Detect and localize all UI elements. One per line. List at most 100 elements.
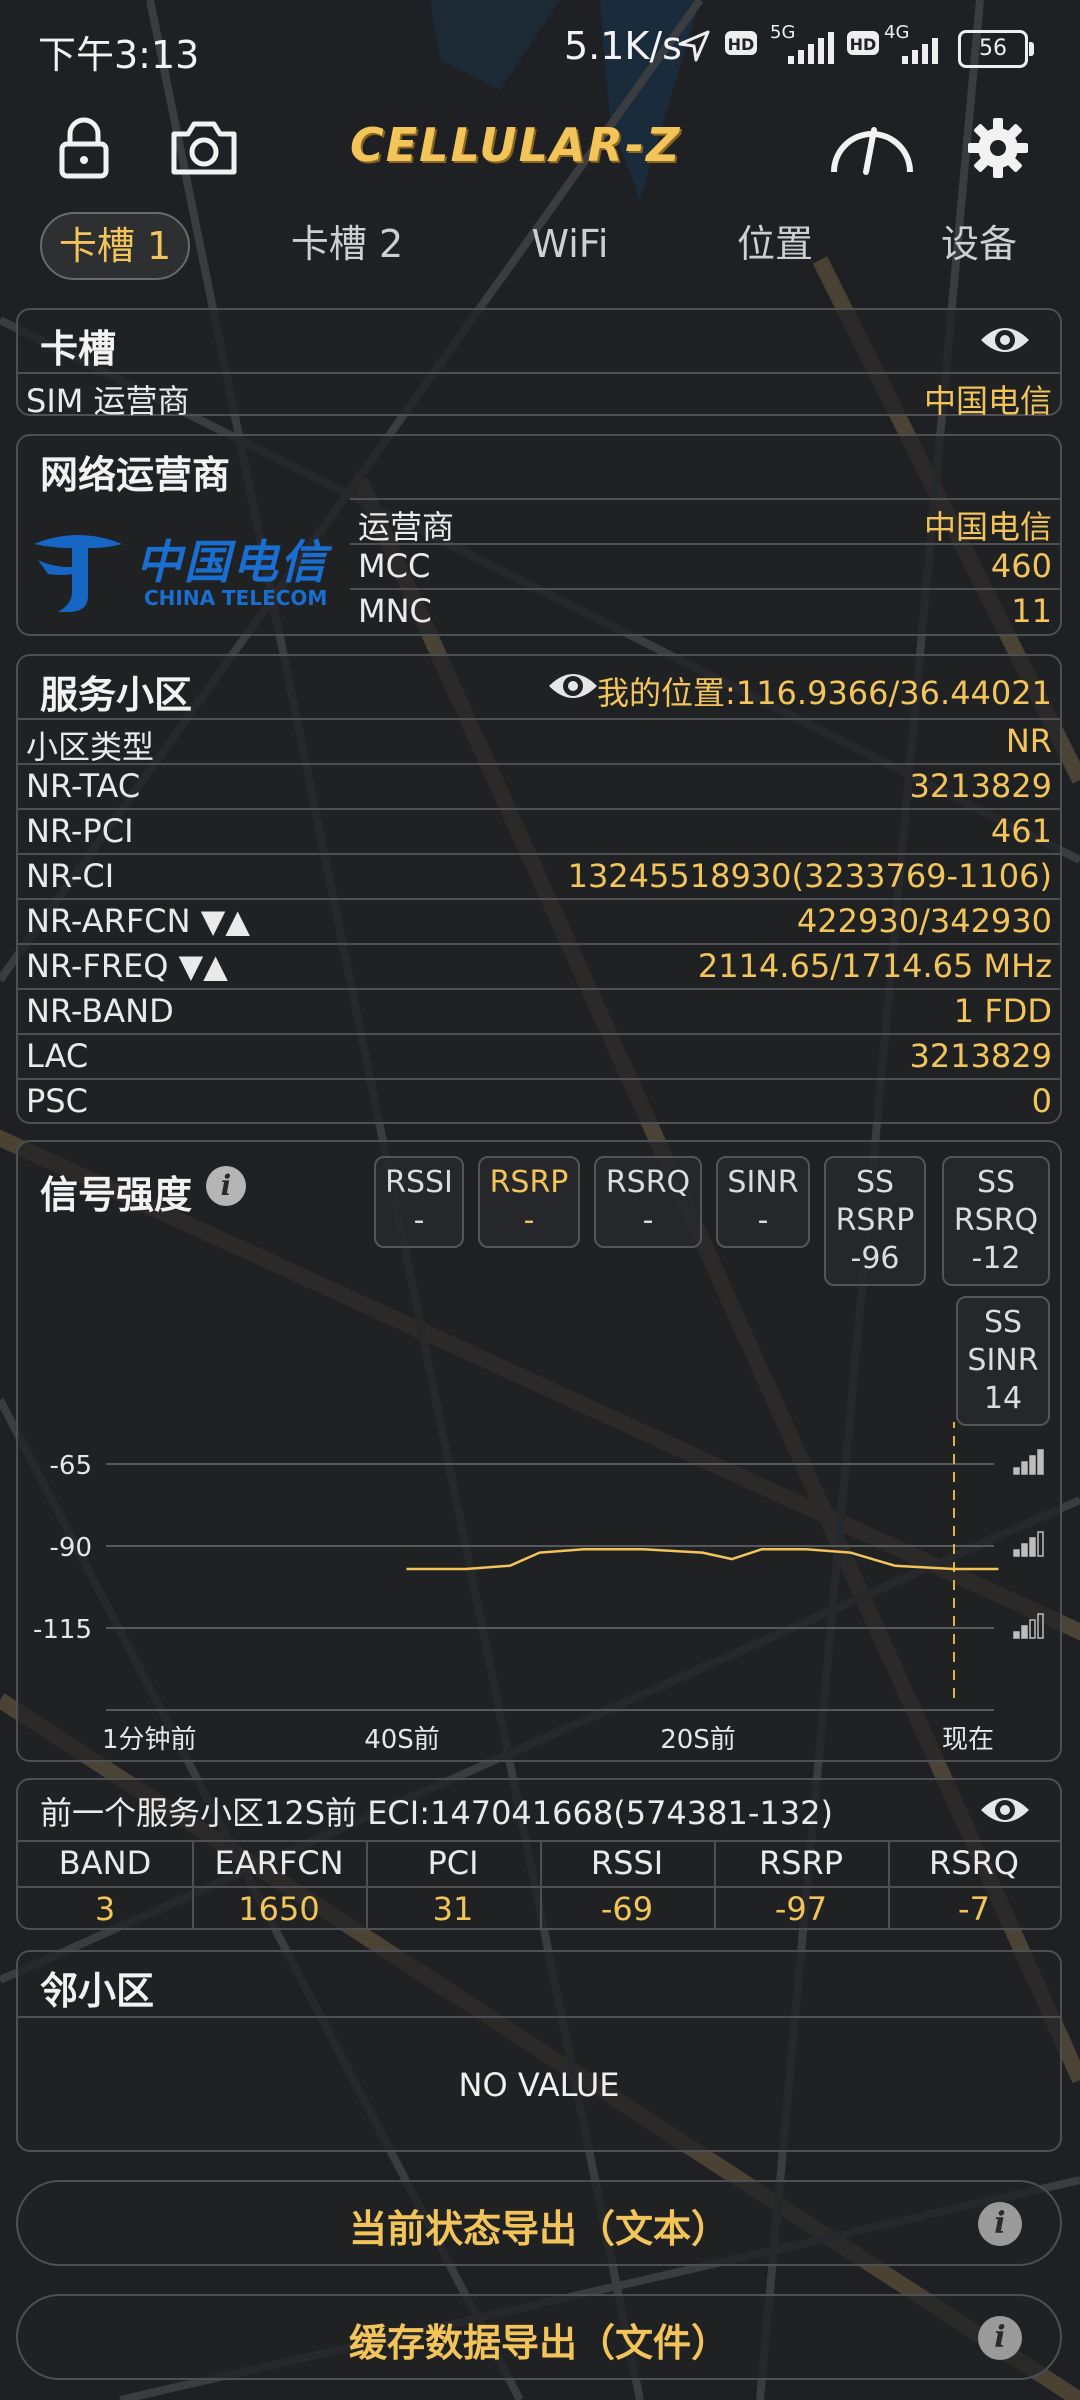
cell-type-value: NR: [1005, 722, 1052, 760]
table-header-earfcn: EARFCN: [214, 1844, 344, 1882]
nr-freq-row[interactable]: NR-FREQ ▼▲ 2114.65/1714.65 MHz: [18, 943, 1060, 989]
table-header-band: BAND: [58, 1844, 152, 1882]
nr-band-value: 1 FDD: [953, 992, 1052, 1030]
ss-sinr-label-1: SS: [983, 1305, 1023, 1340]
ss-sinr-value: 14: [983, 1381, 1023, 1416]
signal-level-icon: [1013, 1531, 1044, 1557]
rsrp-box: RSRP -: [478, 1156, 580, 1248]
nr-band-label: NR-BAND: [26, 992, 174, 1030]
chart-x-tick-label: 40S前: [364, 1725, 440, 1755]
svg-text:HD: HD: [728, 35, 755, 54]
app-logo: CELLULAR-Z: [350, 118, 682, 172]
nr-freq-value: 2114.65/1714.65 MHz: [697, 947, 1052, 985]
slot-title: 卡槽: [40, 327, 117, 371]
svg-text:HD: HD: [850, 35, 877, 54]
ss-rsrq-label-2: RSRQ: [953, 1203, 1039, 1238]
table-header-rssi: RSSI: [590, 1844, 664, 1882]
camera-icon[interactable]: [168, 116, 240, 180]
nr-arfcn-row[interactable]: NR-ARFCN ▼▲ 422930/342930: [18, 898, 1060, 944]
nr-tac-row: NR-TAC 3213829: [18, 763, 1060, 809]
rsrp-label: RSRP: [489, 1165, 569, 1200]
lock-icon[interactable]: [56, 116, 112, 180]
rsrq-label: RSRQ: [605, 1165, 691, 1200]
signal-bars-sim2-icon: [902, 38, 938, 64]
eye-icon[interactable]: [978, 1790, 1032, 1830]
nr-ci-label: NR-CI: [26, 857, 115, 895]
table-header-pci: PCI: [427, 1844, 479, 1882]
neighbor-cells-panel: 邻小区 NO VALUE: [16, 1950, 1062, 2152]
serving-cell-title: 服务小区: [40, 673, 193, 717]
tab-location[interactable]: 位置: [718, 212, 832, 276]
network-speed: 5.1K/s: [564, 24, 682, 68]
table-header-rsrq: RSRQ: [929, 1844, 1019, 1882]
chart-series-line: [406, 1548, 999, 1571]
status-time: 下午3:13: [38, 33, 200, 77]
nr-pci-row: NR-PCI 461: [18, 808, 1060, 854]
speedometer-icon[interactable]: [826, 116, 918, 180]
tab-slot-1[interactable]: 卡槽 1: [40, 212, 190, 280]
export-current-status-label: 当前状态导出（文本）: [348, 2207, 729, 2251]
china-telecom-logo: 中国电信 CHINA TELECOM: [28, 526, 358, 616]
nr-ci-value: 13245518930(3233769-1106): [567, 857, 1052, 895]
chart-y-tick-label: -90: [50, 1533, 92, 1563]
hd2-icon: HD: [847, 31, 879, 55]
export-current-status-button[interactable]: 当前状态导出（文本） i: [16, 2180, 1062, 2266]
location-arrow-icon: [678, 30, 710, 62]
network-operator-panel: 网络运营商 中国电信 CHINA TELECOM 运营商 中国电信 MCC 46…: [16, 434, 1062, 636]
ss-sinr-label-2: SINR: [967, 1343, 1039, 1378]
psc-value: 0: [1031, 1082, 1052, 1120]
table-header-rsrp: RSRP: [758, 1844, 844, 1882]
lac-value: 3213829: [909, 1037, 1052, 1075]
eye-icon[interactable]: [978, 320, 1032, 360]
mnc-label: MNC: [358, 592, 432, 630]
ss-rsrp-box: SS RSRP -96: [824, 1156, 926, 1286]
operator-row: 运营商 中国电信: [350, 498, 1060, 546]
eye-icon[interactable]: [546, 666, 600, 706]
previous-cell-panel: 前一个服务小区12S前 ECI:147041668(574381-132) BA…: [16, 1778, 1062, 1930]
table-cell-band: 3: [94, 1890, 116, 1928]
signal-bars-sim1-icon: [788, 32, 834, 64]
cell-type-label: 小区类型: [26, 728, 155, 766]
table-cell-earfcn: 1650: [238, 1890, 320, 1928]
mnc-value: 11: [1011, 592, 1052, 630]
status-bar: 下午3:13 5.1K/s HD 5G HD 4G 56: [0, 0, 1080, 96]
sinr-value: -: [757, 1203, 769, 1238]
chart-x-tick-label: 1分钟前: [102, 1725, 197, 1755]
nr-pci-value: 461: [990, 812, 1052, 850]
ss-sinr-box: SS SINR 14: [956, 1296, 1050, 1426]
tab-slot-2[interactable]: 卡槽 2: [272, 212, 422, 276]
signal-level-icon: [1013, 1449, 1044, 1475]
sim-operator-row: SIM 运营商 中国电信: [18, 372, 1060, 420]
info-icon[interactable]: i: [978, 2202, 1022, 2246]
table-cell-pci: 31: [432, 1890, 474, 1928]
rssi-value: -: [413, 1203, 425, 1238]
tab-wifi[interactable]: WiFi: [510, 212, 630, 276]
previous-cell-table: BAND EARFCN PCI RSSI RSRP RSRQ 3 1650 31…: [18, 1840, 1060, 1932]
ss-rsrp-label-2: RSRP: [835, 1203, 915, 1238]
nr-tac-label: NR-TAC: [26, 767, 141, 805]
mcc-row: MCC 460: [350, 543, 1060, 589]
sim-operator-value: 中国电信: [923, 382, 1052, 420]
logo-english-text: CHINA TELECOM: [144, 586, 328, 610]
ss-rsrp-label-1: SS: [855, 1165, 895, 1200]
mnc-row: MNC 11: [350, 588, 1060, 634]
chart-x-tick-label: 现在: [942, 1725, 994, 1755]
info-icon[interactable]: i: [978, 2316, 1022, 2360]
chart-y-tick-label: -115: [33, 1615, 92, 1645]
operator-value: 中国电信: [923, 508, 1052, 546]
tab-device[interactable]: 设备: [922, 212, 1036, 276]
my-location: 我的位置:116.9366/36.44021: [597, 674, 1052, 712]
export-cache-data-button[interactable]: 缓存数据导出（文件） i: [16, 2294, 1062, 2380]
nr-pci-label: NR-PCI: [26, 812, 134, 850]
rsrp-value: -: [523, 1203, 535, 1238]
ss-rsrq-box: SS RSRQ -12: [942, 1156, 1050, 1286]
neighbor-title: 邻小区: [40, 1969, 155, 2013]
nr-ci-row: NR-CI 13245518930(3233769-1106): [18, 853, 1060, 899]
gear-icon[interactable]: [966, 116, 1030, 180]
signal-level-icon: [1013, 1613, 1044, 1639]
previous-cell-title: 前一个服务小区12S前 ECI:147041668(574381-132): [40, 1794, 833, 1832]
sinr-box: SINR -: [716, 1156, 810, 1248]
info-icon[interactable]: i: [206, 1166, 246, 1206]
ss-rsrp-value: -96: [850, 1241, 900, 1276]
sinr-label: SINR: [727, 1165, 799, 1200]
